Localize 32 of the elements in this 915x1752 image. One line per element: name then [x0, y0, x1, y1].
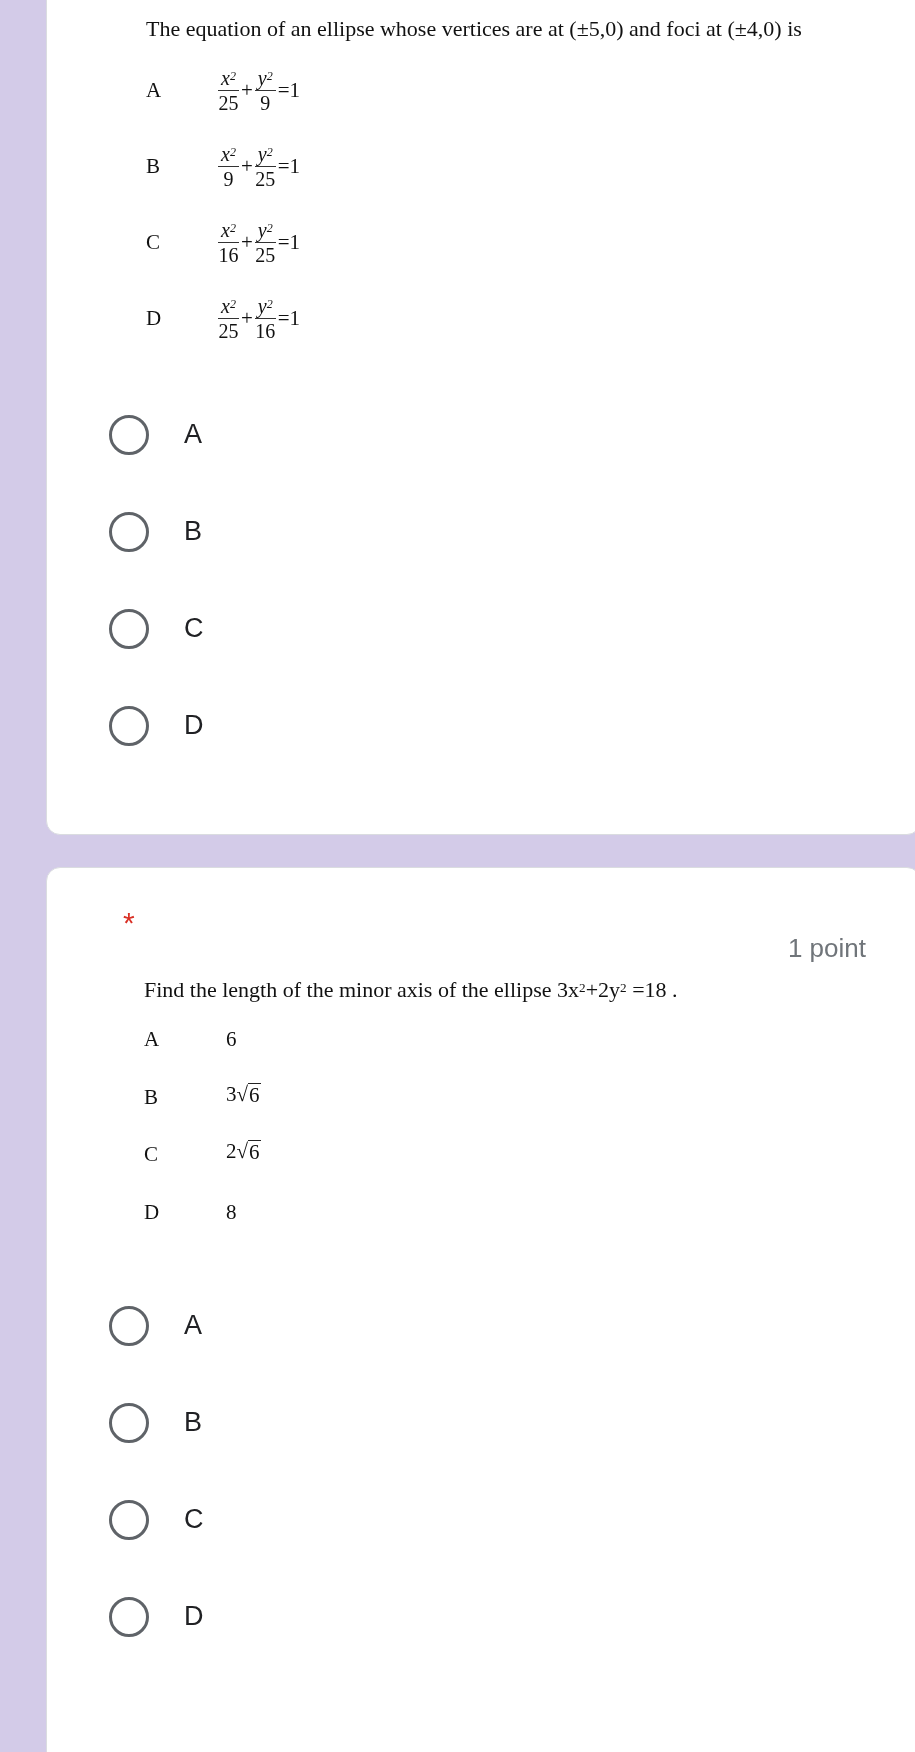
question-text: The equation of an ellipse whose vertices are at (±5,0) and foci at (±4,0) is	[146, 15, 803, 43]
option-letter: D	[144, 1199, 161, 1225]
points-label: 1 point	[787, 933, 866, 964]
radio-button[interactable]	[109, 1305, 149, 1346]
option-formula: 3√6	[226, 1081, 261, 1107]
option-label: D	[184, 710, 204, 741]
radio-button[interactable]	[109, 608, 149, 649]
option-letter: D	[146, 305, 163, 331]
radio-button[interactable]	[109, 511, 149, 552]
option-label: C	[184, 1504, 204, 1535]
required-asterisk: *	[123, 908, 135, 938]
option-label: D	[184, 1601, 204, 1632]
radio-button[interactable]	[109, 1499, 149, 1540]
option-formula: 2√6	[226, 1139, 261, 1165]
option-letter: C	[144, 1142, 159, 1168]
option-label: C	[184, 613, 204, 644]
option-formula: 6	[226, 1027, 237, 1053]
option-formula: 8	[226, 1199, 237, 1225]
radio-button[interactable]	[109, 1596, 149, 1637]
option-letter: A	[144, 1027, 161, 1053]
radio-button[interactable]	[109, 1402, 149, 1443]
option-letter: C	[146, 229, 161, 255]
option-label: A	[184, 419, 202, 450]
option-label: B	[184, 1407, 202, 1438]
option-letter: B	[144, 1084, 159, 1110]
option-label: B	[184, 516, 202, 547]
option-label: A	[184, 1310, 202, 1341]
radio-button[interactable]	[109, 705, 149, 746]
radio-button[interactable]	[109, 414, 149, 455]
option-letter: B	[146, 153, 161, 179]
question-text: Find the length of the minor axis of the ellipse 3x$^{2}$+2y$^{2}$ =18 .	[144, 976, 679, 1004]
option-letter: A	[146, 77, 163, 103]
